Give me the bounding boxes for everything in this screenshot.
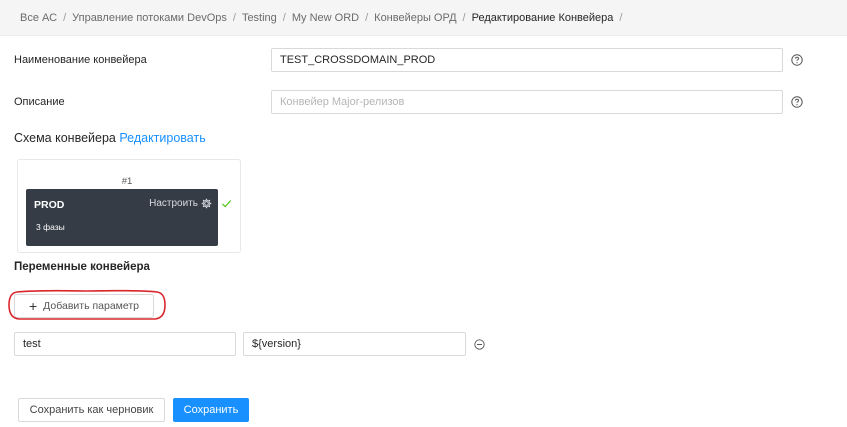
pipeline-name-label: Наименование конвейера: [14, 54, 147, 66]
breadcrumb-item-all-as[interactable]: Все АС: [20, 12, 57, 24]
stage-box[interactable]: PROD 3 фазы Настроить: [26, 189, 218, 246]
question-circle-icon[interactable]: [791, 96, 803, 108]
breadcrumb-item-testing[interactable]: Testing: [242, 12, 277, 24]
description-label: Описание: [14, 96, 65, 108]
breadcrumb-separator: /: [365, 11, 369, 24]
breadcrumb-item-pipelines[interactable]: Конвейеры ОРД: [374, 12, 456, 24]
stage-phases: 3 фазы: [36, 222, 65, 232]
breadcrumb: Все АС / Управление потоками DevOps / Te…: [0, 0, 847, 36]
remove-variable-icon[interactable]: [474, 339, 485, 350]
breadcrumb-separator: /: [232, 11, 236, 24]
save-button[interactable]: Сохранить: [173, 398, 249, 422]
variable-value-input[interactable]: [243, 332, 466, 356]
save-draft-button[interactable]: Сохранить как черновик: [18, 398, 165, 422]
variables-heading: Переменные конвейера: [14, 261, 150, 273]
breadcrumb-item-devops-flows[interactable]: Управление потоками DevOps: [72, 12, 227, 24]
stage-number: #1: [121, 176, 133, 187]
question-circle-icon[interactable]: [791, 54, 803, 66]
stage-name: PROD: [34, 199, 65, 211]
breadcrumb-separator: /: [63, 11, 67, 24]
breadcrumb-separator: /: [462, 11, 466, 24]
pipeline-scheme-card: #1 PROD 3 фазы Настроить: [17, 159, 241, 253]
breadcrumb-item-current: Редактирование Конвейера: [471, 11, 614, 24]
check-icon: [221, 200, 232, 208]
breadcrumb-item-my-new-ord[interactable]: My New ORD: [292, 12, 359, 24]
edit-scheme-link[interactable]: Редактировать: [119, 131, 205, 145]
breadcrumb-separator: /: [282, 11, 286, 24]
scheme-title: Схема конвейера: [14, 131, 116, 145]
red-highlight-annotation: [8, 289, 166, 320]
configure-stage-button[interactable]: Настроить: [149, 198, 212, 209]
breadcrumb-separator: /: [619, 11, 623, 24]
variable-key-input[interactable]: [14, 332, 236, 356]
pipeline-name-input[interactable]: [271, 48, 783, 72]
scheme-heading: Схема конвейера Редактировать: [14, 131, 206, 145]
configure-label: Настроить: [149, 198, 198, 209]
gear-icon: [201, 198, 212, 209]
description-input[interactable]: [271, 90, 783, 114]
